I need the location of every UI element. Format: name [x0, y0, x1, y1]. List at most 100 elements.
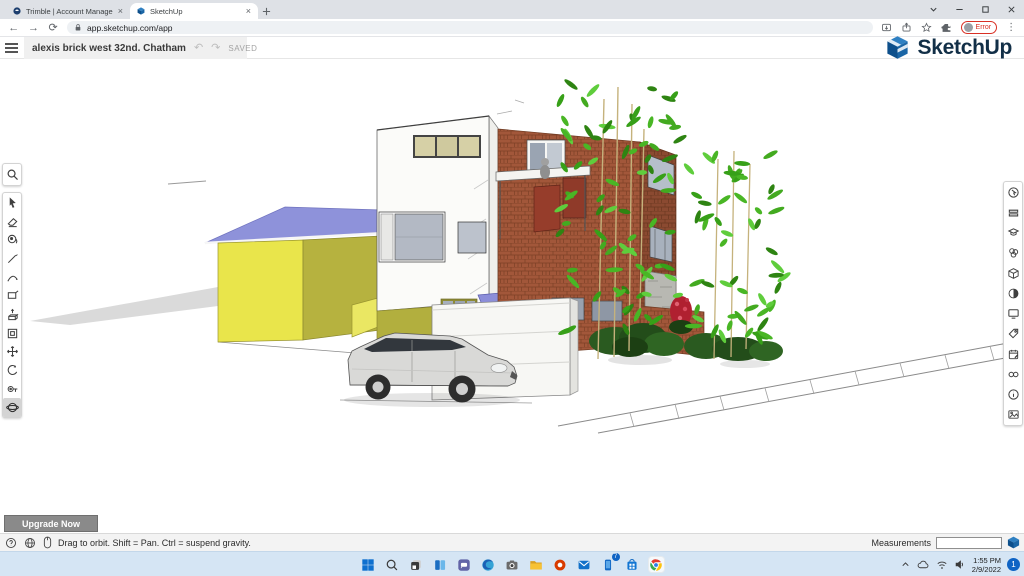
reload-icon[interactable]: ⟳ — [43, 21, 63, 34]
measurements-label: Measurements — [871, 538, 931, 548]
chrome-icon[interactable] — [648, 556, 665, 573]
phone-link-icon[interactable]: 7 — [600, 556, 617, 573]
tab-close-icon[interactable]: × — [246, 7, 251, 16]
trimble-favicon-icon — [13, 7, 21, 15]
panel-materials[interactable] — [1004, 243, 1022, 263]
office-icon[interactable] — [552, 556, 569, 573]
brand-name: SketchUp — [918, 36, 1012, 60]
mail-icon[interactable] — [576, 556, 593, 573]
url-text: app.sketchup.com/app — [87, 23, 173, 33]
tab-search-chevron-icon[interactable] — [920, 0, 946, 19]
model-canvas[interactable]: Upgrade Now — [0, 59, 1024, 533]
tool-offset[interactable] — [3, 324, 21, 343]
minimize-icon[interactable] — [946, 0, 972, 19]
share-icon[interactable] — [901, 22, 912, 33]
browser-tab-sketchup[interactable]: SketchUp × — [130, 3, 258, 19]
upgrade-now-button[interactable]: Upgrade Now — [4, 515, 98, 532]
panel-model-info[interactable] — [1004, 385, 1022, 405]
widgets-icon[interactable] — [432, 556, 449, 573]
volume-icon[interactable] — [954, 559, 966, 570]
teams-icon[interactable] — [456, 556, 473, 573]
tool-arc[interactable] — [3, 268, 21, 287]
taskbar-clock[interactable]: 1:55 PM 2/9/2022 — [972, 556, 1001, 574]
panel-instructor[interactable] — [1004, 223, 1022, 243]
taskbar-search-icon[interactable] — [384, 556, 401, 573]
model-title[interactable]: alexis brick west 32nd. Chatham — [32, 43, 186, 54]
file-explorer-icon[interactable] — [528, 556, 545, 573]
undo-icon[interactable]: ↶ — [194, 43, 203, 53]
tab-title: SketchUp — [150, 7, 241, 16]
tool-push-pull[interactable] — [3, 305, 21, 324]
mouse-icon — [43, 536, 52, 549]
tool-paint[interactable] — [3, 230, 21, 249]
window-controls — [920, 0, 1024, 19]
browser-tab-trimble[interactable]: Trimble | Account Management × — [6, 3, 130, 19]
sketchup-cube-icon — [1007, 536, 1020, 549]
forward-icon[interactable]: → — [24, 22, 44, 34]
sketchup-logo-icon — [884, 34, 911, 61]
model-title-bar: alexis brick west 32nd. Chatham ↶ ↷ SAVE… — [24, 37, 247, 59]
help-icon[interactable] — [5, 537, 17, 549]
close-icon[interactable] — [998, 0, 1024, 19]
back-icon[interactable]: ← — [4, 22, 24, 34]
tool-tape-measure[interactable] — [3, 380, 21, 399]
hamburger-menu-icon[interactable] — [5, 43, 18, 55]
panel-styles[interactable] — [1004, 283, 1022, 303]
tray-chevron-up-icon[interactable] — [900, 559, 911, 570]
language-globe-icon[interactable] — [24, 537, 36, 549]
panel-tags[interactable] — [1004, 324, 1022, 344]
profile-error-badge[interactable]: Error — [961, 21, 998, 34]
search-icon[interactable] — [6, 168, 19, 181]
store-icon[interactable] — [624, 556, 641, 573]
task-view-icon[interactable] — [408, 556, 425, 573]
sketchup-header: alexis brick west 32nd. Chatham ↶ ↷ SAVE… — [0, 37, 1024, 59]
lock-icon — [74, 23, 82, 32]
extensions-icon[interactable] — [941, 22, 952, 33]
tool-eraser[interactable] — [3, 212, 21, 231]
tool-move[interactable] — [3, 342, 21, 361]
clock-date: 2/9/2022 — [972, 565, 1001, 574]
panel-components[interactable] — [1004, 263, 1022, 283]
measurements-input[interactable] — [936, 537, 1002, 549]
bookmark-star-icon[interactable] — [921, 22, 932, 33]
tool-select[interactable] — [3, 193, 21, 212]
save-status: SAVED — [228, 44, 257, 53]
maximize-icon[interactable] — [972, 0, 998, 19]
wifi-icon[interactable] — [936, 559, 948, 570]
install-app-icon[interactable] — [881, 22, 892, 33]
model-scene — [0, 59, 1024, 533]
system-tray: 1:55 PM 2/9/2022 1 — [900, 552, 1020, 576]
tab-title: Trimble | Account Management — [26, 7, 113, 16]
panel-display[interactable] — [1004, 304, 1022, 324]
browser-tab-strip: Trimble | Account Management × SketchUp … — [0, 0, 1024, 19]
browser-toolbar: ← → ⟳ app.sketchup.com/app Error ⋮ — [0, 19, 1024, 37]
sketchup-favicon-icon — [137, 7, 145, 15]
notification-count-badge[interactable]: 1 — [1007, 558, 1020, 571]
status-bar: Drag to orbit. Shift = Pan. Ctrl = suspe… — [0, 533, 1024, 551]
browser-action-icons: Error ⋮ — [881, 21, 1017, 34]
redo-icon[interactable]: ↷ — [211, 43, 220, 53]
new-tab-button[interactable] — [258, 3, 274, 19]
tool-rectangle[interactable] — [3, 286, 21, 305]
tool-hint: Drag to orbit. Shift = Pan. Ctrl = suspe… — [58, 538, 251, 548]
tool-orbit[interactable] — [3, 398, 21, 417]
panel-entity-info[interactable] — [1004, 182, 1022, 202]
windows-taskbar: 7 1:55 PM 2/9/2022 1 — [0, 551, 1024, 576]
panel-photo-textures[interactable] — [1004, 405, 1022, 425]
tool-line[interactable] — [3, 249, 21, 268]
side-panels-rail — [1003, 181, 1023, 426]
sketchup-brand: SketchUp — [884, 34, 1012, 61]
edge-icon[interactable] — [480, 556, 497, 573]
menu-kebab-icon[interactable]: ⋮ — [1006, 22, 1016, 33]
search-tool-panel — [2, 163, 22, 186]
onedrive-cloud-icon[interactable] — [917, 559, 930, 570]
panel-scenes[interactable] — [1004, 344, 1022, 364]
panel-outliner[interactable] — [1004, 202, 1022, 222]
phone-notification-badge: 7 — [612, 553, 620, 561]
panel-soften-edges[interactable] — [1004, 364, 1022, 384]
camera-icon[interactable] — [504, 556, 521, 573]
tool-rotate[interactable] — [3, 361, 21, 380]
address-bar[interactable]: app.sketchup.com/app — [67, 21, 873, 34]
start-button-icon[interactable] — [360, 556, 377, 573]
tab-close-icon[interactable]: × — [118, 7, 123, 16]
